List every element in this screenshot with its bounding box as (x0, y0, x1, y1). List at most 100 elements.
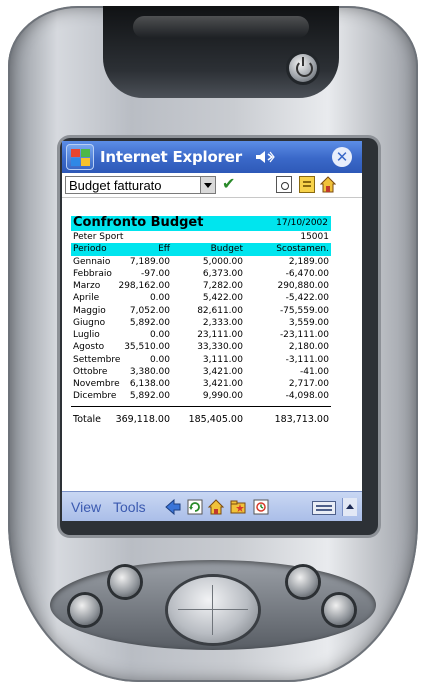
total-separator (71, 405, 331, 407)
total-row: Totale 369,118.00 185,405.00 183,713.00 (71, 414, 331, 428)
total-budget: 185,405.00 (188, 413, 243, 425)
sip-up-arrow-icon[interactable] (342, 498, 357, 516)
budget-cell: 3,421.00 (202, 366, 243, 377)
page-icon[interactable] (276, 176, 292, 193)
budget-cell: 33,330.00 (197, 342, 243, 353)
column-header: Scostamen. (276, 244, 329, 255)
budget-cell: 9,990.00 (202, 391, 243, 402)
table-row: Luglio 0.00 23,111.00 -23,111.00 (71, 329, 331, 341)
navigation-dpad[interactable] (168, 577, 258, 643)
go-check-icon[interactable]: ✔ (222, 175, 238, 193)
table-row: Febbraio -97.00 6,373.00 -6,470.00 (71, 268, 331, 280)
scostamento-cell: 290,880.00 (277, 281, 329, 291)
home-hardware-button[interactable] (324, 595, 354, 625)
logo-pane (71, 149, 80, 157)
budget-report: Confronto Budget 17/10/2002 Peter Sport … (71, 215, 331, 428)
page-content: Confronto Budget 17/10/2002 Peter Sport … (62, 198, 362, 501)
table-row: Settembre 0.00 3,111.00 -3,111.00 (71, 354, 331, 366)
report-rows: Gennaio 7,189.00 5,000.00 2,189.00 Febbraio -… (71, 256, 331, 403)
company-row: Peter Sport 15001 (71, 231, 331, 243)
company-name: Peter Sport (73, 232, 124, 242)
total-eff: 369,118.00 (115, 413, 170, 425)
scostamento-cell: -4,098.00 (285, 391, 329, 402)
period-cell: Maggio (73, 305, 106, 316)
logo-pane (81, 149, 90, 157)
scostamento-cell: 2,180.00 (288, 342, 329, 353)
app-title: Internet Explorer (100, 148, 242, 166)
address-value: Budget fatturato (69, 178, 162, 193)
contacts-hardware-button[interactable] (70, 595, 100, 625)
budget-cell: 23,111.00 (197, 330, 243, 340)
table-row: Gennaio 7,189.00 5,000.00 2,189.00 (71, 256, 331, 268)
table-row: Marzo 298,162.00 7,282.00 290,880.00 (71, 280, 331, 292)
eff-cell: 6,138.00 (129, 379, 170, 389)
total-scostamento: 183,713.00 (274, 413, 329, 425)
close-icon[interactable]: ✕ (332, 147, 352, 167)
table-row: Dicembre 5,892.00 9,990.00 -4,098.00 (71, 390, 331, 402)
eff-cell: 0.00 (149, 293, 170, 304)
calendar-hardware-button[interactable] (110, 567, 140, 597)
view-menu[interactable]: View (71, 499, 101, 515)
top-bar-highlight (133, 16, 309, 38)
table-row: Agosto 35,510.00 33,330.00 2,180.00 (71, 341, 331, 353)
title-bar: Internet Explorer ✕ (62, 141, 362, 173)
budget-cell: 6,373.00 (202, 268, 243, 279)
period-cell: Febbraio (73, 268, 112, 279)
command-bar: View Tools (62, 491, 362, 521)
hardware-buttons (30, 555, 396, 665)
windows-logo-icon[interactable] (66, 144, 94, 170)
budget-cell: 82,611.00 (197, 305, 243, 316)
scostamento-cell: -23,111.00 (279, 330, 329, 340)
report-title: Confronto Budget (73, 215, 204, 230)
power-icon (296, 57, 313, 77)
company-code: 15001 (300, 232, 329, 242)
history-icon[interactable] (252, 498, 270, 516)
table-row: Aprile 0.00 5,422.00 -5,422.00 (71, 292, 331, 304)
dropdown-arrow-icon[interactable] (200, 177, 215, 193)
keyboard-icon[interactable] (312, 501, 336, 515)
scostamento-cell: -5,422.00 (285, 293, 329, 304)
total-label: Totale (73, 413, 102, 425)
device-top-bar (103, 6, 339, 98)
budget-cell: 3,421.00 (202, 379, 243, 389)
budget-cell: 3,111.00 (202, 354, 243, 365)
address-dropdown[interactable]: Budget fatturato (65, 176, 216, 194)
eff-cell: 5,892.00 (129, 317, 170, 328)
column-header: Eff (158, 244, 170, 255)
notes-icon[interactable] (299, 176, 315, 193)
column-header: Periodo (73, 244, 107, 255)
eff-cell: -97.00 (140, 268, 170, 279)
scostamento-cell: -6,470.00 (285, 268, 329, 279)
scostamento-cell: 3,559.00 (288, 317, 329, 328)
refresh-icon[interactable] (186, 498, 204, 516)
scostamento-cell: -41.00 (299, 366, 329, 377)
eff-cell: 3,380.00 (129, 366, 170, 377)
column-header: Budget (210, 244, 243, 255)
speaker-icon[interactable] (255, 150, 275, 164)
period-cell: Novembre (73, 379, 120, 389)
period-cell: Dicembre (73, 391, 117, 402)
table-row: Giugno 5,892.00 2,333.00 3,559.00 (71, 317, 331, 329)
period-cell: Luglio (73, 330, 100, 340)
report-date: 17/10/2002 (276, 218, 328, 228)
budget-cell: 7,282.00 (202, 281, 243, 291)
device-screen: Internet Explorer ✕ Budget fatturato ✔ C… (62, 141, 362, 521)
period-cell: Gennaio (73, 256, 111, 267)
period-cell: Giugno (73, 317, 106, 328)
power-button[interactable] (289, 54, 317, 82)
home-icon[interactable] (207, 498, 225, 516)
scostamento-cell: 2,717.00 (288, 379, 329, 389)
inbox-hardware-button[interactable] (288, 567, 318, 597)
eff-cell: 0.00 (149, 354, 170, 365)
table-row: Novembre 6,138.00 3,421.00 2,717.00 (71, 378, 331, 390)
eff-cell: 7,052.00 (129, 305, 170, 316)
eff-cell: 7,189.00 (129, 256, 170, 267)
logo-pane (81, 158, 90, 166)
home-icon[interactable] (320, 176, 336, 193)
favorites-icon[interactable] (229, 498, 247, 516)
back-arrow-icon[interactable] (164, 498, 182, 516)
period-cell: Agosto (73, 342, 105, 353)
tools-menu[interactable]: Tools (113, 499, 146, 515)
period-cell: Aprile (73, 293, 100, 304)
eff-cell: 5,892.00 (129, 391, 170, 402)
